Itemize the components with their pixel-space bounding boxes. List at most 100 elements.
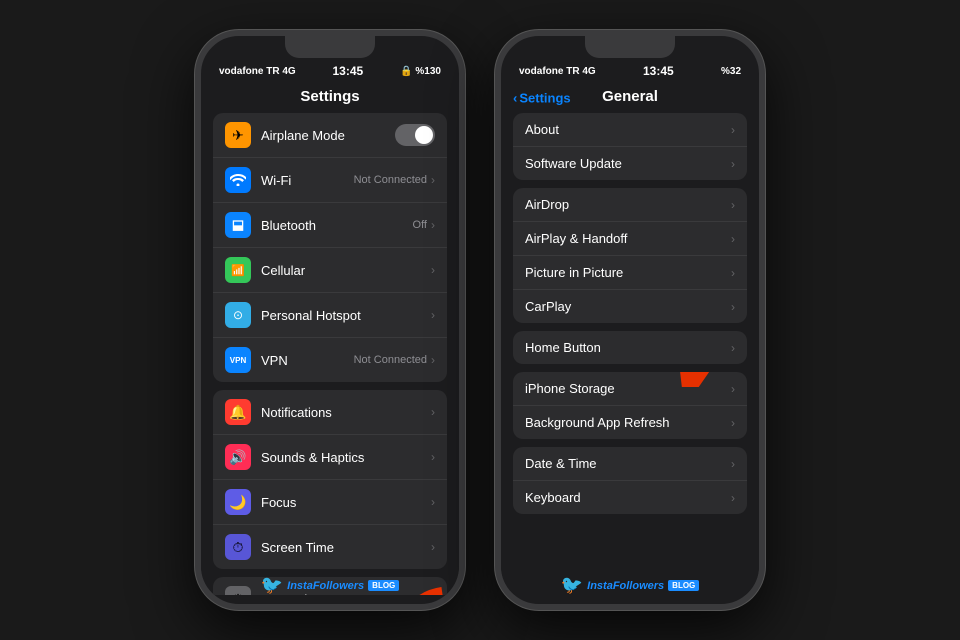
phone-settings: vodafone TR 4G 13:45 🔒 %130 Settings ✈ A… (195, 30, 465, 610)
storage-chevron: › (731, 382, 735, 396)
status-icons-1: 🔒 %130 (400, 66, 441, 77)
keyboard-row[interactable]: Keyboard › (513, 481, 747, 514)
sounds-icon: 🔊 (225, 444, 251, 470)
bluetooth-row[interactable]: ⬓ Bluetooth Off › (213, 203, 447, 248)
airplane-toggle[interactable] (395, 124, 435, 146)
general-title: General (602, 88, 658, 105)
about-row[interactable]: About › (513, 113, 747, 147)
keyboard-label: Keyboard (525, 490, 731, 505)
phone-notch (285, 36, 375, 58)
cellular-row[interactable]: 📶 Cellular › (213, 248, 447, 293)
storage-group: iPhone Storage › (513, 372, 747, 439)
pip-row[interactable]: Picture in Picture › (513, 256, 747, 290)
software-row[interactable]: Software Update › (513, 147, 747, 180)
software-chevron: › (731, 157, 735, 171)
airplay-row[interactable]: AirPlay & Handoff › (513, 222, 747, 256)
airdrop-chevron: › (731, 198, 735, 212)
storage-row[interactable]: iPhone Storage › (513, 372, 747, 406)
notifications-chevron: › (431, 405, 435, 419)
datetime-row[interactable]: Date & Time › (513, 447, 747, 481)
carrier-1: vodafone TR 4G (219, 66, 296, 77)
notifications-group: 🔔 Notifications › 🔊 Sounds & Haptics › 🌙… (213, 390, 447, 569)
homebtn-label: Home Button (525, 340, 731, 355)
airplay-chevron: › (731, 232, 735, 246)
homebtn-chevron: › (731, 341, 735, 355)
bgrefresh-row[interactable]: Background App Refresh › (513, 406, 747, 439)
vpn-label: VPN (261, 353, 354, 368)
phone-general: vodafone TR 4G 13:45 %32 ‹ Settings Gene… (495, 30, 765, 610)
airdrop-row[interactable]: AirDrop › (513, 188, 747, 222)
vpn-icon: VPN (225, 347, 251, 373)
bgrefresh-label: Background App Refresh (525, 415, 731, 430)
watermark-fish-icon: 🐦 (261, 575, 283, 596)
sounds-chevron: › (431, 450, 435, 464)
homebtn-row[interactable]: Home Button › (513, 331, 747, 364)
time-2: 13:45 (643, 64, 674, 78)
battery-1: %130 (415, 66, 441, 77)
vpn-chevron: › (431, 353, 435, 367)
notifications-row[interactable]: 🔔 Notifications › (213, 390, 447, 435)
notifications-label: Notifications (261, 405, 431, 420)
pip-chevron: › (731, 266, 735, 280)
watermark-blog-2: BLOG (668, 580, 699, 591)
cellular-chevron: › (431, 263, 435, 277)
screentime-chevron: › (431, 540, 435, 554)
time-1: 13:45 (332, 64, 363, 78)
airplane-icon: ✈ (225, 122, 251, 148)
watermark-1: 🐦 InstaFollowers BLOG (201, 575, 459, 596)
about-chevron: › (731, 123, 735, 137)
bluetooth-value: Off (413, 219, 427, 231)
bluetooth-label: Bluetooth (261, 218, 413, 233)
general-header: ‹ Settings General (501, 82, 759, 113)
sounds-label: Sounds & Haptics (261, 450, 431, 465)
about-label: About (525, 122, 731, 137)
general-list: About › Software Update › AirDrop › AirP… (501, 113, 759, 514)
about-group: About › Software Update › (513, 113, 747, 180)
watermark-fish-icon-2: 🐦 (561, 575, 583, 596)
airplay-label: AirPlay & Handoff (525, 231, 731, 246)
settings-list-1: ✈ Airplane Mode Wi-Fi Not Connected › (201, 113, 459, 595)
cellular-label: Cellular (261, 263, 431, 278)
vpn-row[interactable]: VPN VPN Not Connected › (213, 338, 447, 382)
watermark-text-2: InstaFollowers (587, 580, 664, 592)
airplane-row[interactable]: ✈ Airplane Mode (213, 113, 447, 158)
screentime-row[interactable]: ⏱ Screen Time › (213, 525, 447, 569)
datetime-chevron: › (731, 457, 735, 471)
carplay-label: CarPlay (525, 299, 731, 314)
hotspot-icon: ⊙ (225, 302, 251, 328)
datetime-label: Date & Time (525, 456, 731, 471)
watermark-text-1: InstaFollowers (287, 580, 364, 592)
back-button[interactable]: ‹ Settings (513, 90, 571, 105)
airdrop-group: AirDrop › AirPlay & Handoff › Picture in… (513, 188, 747, 323)
focus-label: Focus (261, 495, 431, 510)
hotspot-row[interactable]: ⊙ Personal Hotspot › (213, 293, 447, 338)
carplay-chevron: › (731, 300, 735, 314)
bluetooth-chevron: › (431, 218, 435, 232)
focus-row[interactable]: 🌙 Focus › (213, 480, 447, 525)
screentime-label: Screen Time (261, 540, 431, 555)
settings-header: Settings (201, 82, 459, 113)
homebtn-group: Home Button › (513, 331, 747, 364)
wifi-icon (225, 167, 251, 193)
phone-notch-2 (585, 36, 675, 58)
wifi-row[interactable]: Wi-Fi Not Connected › (213, 158, 447, 203)
datetime-group: Date & Time › Keyboard › (513, 447, 747, 514)
software-label: Software Update (525, 156, 731, 171)
lock-icon: 🔒 (400, 66, 412, 77)
carplay-row[interactable]: CarPlay › (513, 290, 747, 323)
status-icons-2: %32 (721, 66, 741, 77)
general-screen: ‹ Settings General About › Software Upda… (501, 82, 759, 595)
back-label: Settings (519, 90, 570, 105)
cellular-icon: 📶 (225, 257, 251, 283)
watermark-2: 🐦 InstaFollowers BLOG (501, 575, 759, 596)
bluetooth-icon: ⬓ (225, 212, 251, 238)
battery-2: %32 (721, 66, 741, 77)
hotspot-label: Personal Hotspot (261, 308, 431, 323)
settings-screen: Settings ✈ Airplane Mode (201, 82, 459, 595)
network-group: ✈ Airplane Mode Wi-Fi Not Connected › (213, 113, 447, 382)
carrier-2: vodafone TR 4G (519, 66, 596, 77)
pip-label: Picture in Picture (525, 265, 731, 280)
focus-icon: 🌙 (225, 489, 251, 515)
sounds-row[interactable]: 🔊 Sounds & Haptics › (213, 435, 447, 480)
back-chevron: ‹ (513, 90, 517, 105)
